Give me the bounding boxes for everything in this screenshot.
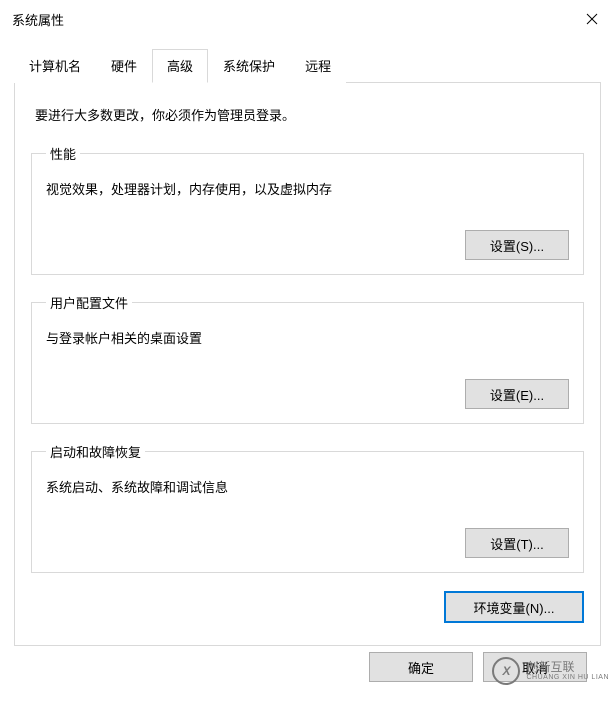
tab-advanced[interactable]: 高级 [152,49,208,83]
group-user-profiles: 用户配置文件 与登录帐户相关的桌面设置 设置(E)... [31,293,584,424]
tab-body-advanced: 要进行大多数更改，你必须作为管理员登录。 性能 视觉效果，处理器计划，内存使用，… [14,83,601,646]
group-startup-recovery: 启动和故障恢复 系统启动、系统故障和调试信息 设置(T)... [31,442,584,573]
cancel-button[interactable]: 取消 [483,652,587,682]
titlebar: 系统属性 [0,0,615,38]
ok-button[interactable]: 确定 [369,652,473,682]
close-button[interactable] [569,0,615,38]
group-user-profiles-legend: 用户配置文件 [46,293,132,312]
tab-computer-name[interactable]: 计算机名 [14,49,96,83]
dialog-content: 计算机名 硬件 高级 系统保护 远程 要进行大多数更改，你必须作为管理员登录。 … [0,38,615,696]
group-performance-desc: 视觉效果，处理器计划，内存使用，以及虚拟内存 [46,179,569,198]
group-performance-legend: 性能 [46,144,80,163]
group-startup-recovery-legend: 启动和故障恢复 [46,442,145,461]
dialog-button-row: 确定 取消 [14,646,601,682]
tab-remote[interactable]: 远程 [290,49,346,83]
group-startup-recovery-desc: 系统启动、系统故障和调试信息 [46,477,569,496]
window-title: 系统属性 [12,10,64,29]
tab-hardware[interactable]: 硬件 [96,49,152,83]
close-icon [586,13,598,25]
group-performance: 性能 视觉效果，处理器计划，内存使用，以及虚拟内存 设置(S)... [31,144,584,275]
tab-strip: 计算机名 硬件 高级 系统保护 远程 [14,48,601,83]
environment-variables-button[interactable]: 环境变量(N)... [444,591,584,623]
tab-system-protection[interactable]: 系统保护 [208,49,290,83]
intro-text: 要进行大多数更改，你必须作为管理员登录。 [35,105,584,124]
performance-settings-button[interactable]: 设置(S)... [465,230,569,260]
startup-recovery-settings-button[interactable]: 设置(T)... [465,528,569,558]
group-user-profiles-desc: 与登录帐户相关的桌面设置 [46,328,569,347]
user-profiles-settings-button[interactable]: 设置(E)... [465,379,569,409]
